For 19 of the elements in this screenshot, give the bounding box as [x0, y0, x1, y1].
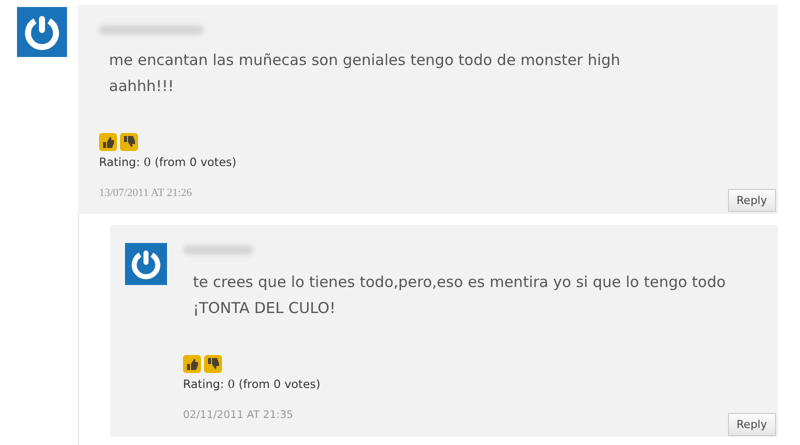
thumbs-down-icon[interactable]	[204, 355, 222, 373]
rating-value: 0	[228, 377, 235, 391]
blurred-username	[183, 245, 253, 255]
rating-label: Rating:	[99, 155, 140, 169]
vote-count: (from 0 votes)	[154, 155, 236, 169]
comment-text: te crees que lo tienes todo,pero,eso es mentira yo si que lo tengo todo ¡TONTA DEL CULO!	[193, 272, 727, 319]
thumbs-up-icon[interactable]	[99, 133, 117, 151]
rating-label: Rating:	[183, 377, 224, 391]
reply-button[interactable]: Reply	[728, 189, 776, 212]
thumbs-up-icon[interactable]	[183, 355, 201, 373]
rating-value: 0	[144, 155, 151, 169]
comment-date: 02/11/2011 AT 21:35	[183, 409, 294, 421]
comment-date: 13/07/2011 AT 21:26	[99, 187, 193, 199]
reply-button[interactable]: Reply	[728, 413, 776, 436]
avatar-icon	[125, 243, 167, 285]
vote-count: (from 0 votes)	[238, 377, 320, 391]
avatar-icon	[17, 7, 67, 57]
comment-text: me encantan las muñecas son geniales tengo todo de monster high aahhh!!!	[109, 50, 622, 97]
thumbs-down-icon[interactable]	[120, 133, 138, 151]
